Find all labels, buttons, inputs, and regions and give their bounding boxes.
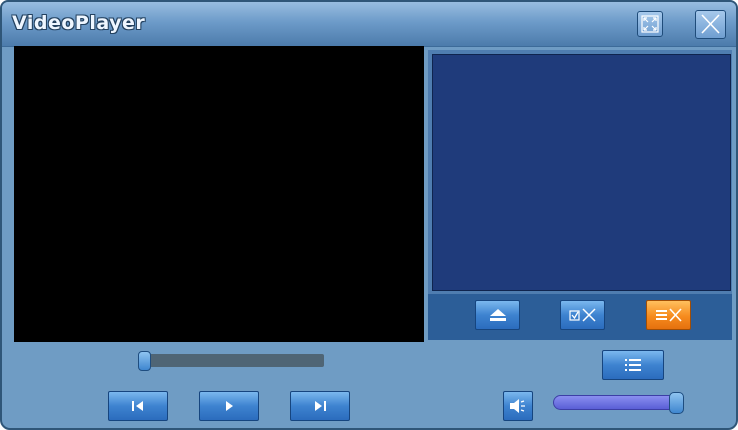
volume-slider-thumb[interactable] bbox=[669, 392, 684, 414]
eject-button[interactable] bbox=[475, 300, 520, 330]
clear-list-button[interactable] bbox=[646, 300, 691, 330]
previous-button[interactable] bbox=[108, 391, 168, 421]
playlist-panel[interactable] bbox=[432, 54, 731, 291]
next-button[interactable] bbox=[290, 391, 350, 421]
next-icon bbox=[315, 401, 326, 411]
eject-icon bbox=[489, 309, 506, 321]
play-icon bbox=[226, 401, 233, 411]
clear-list-icon bbox=[655, 308, 682, 322]
speaker-icon bbox=[510, 399, 525, 413]
seek-bar-track[interactable] bbox=[144, 354, 324, 367]
remove-checked-button[interactable] bbox=[560, 300, 605, 330]
close-button[interactable] bbox=[695, 10, 726, 39]
close-icon bbox=[701, 14, 720, 34]
playlist-toggle-button[interactable] bbox=[602, 350, 664, 380]
seek-bar-thumb[interactable] bbox=[138, 351, 151, 371]
volume-slider-track[interactable] bbox=[553, 395, 679, 410]
window-title: VideoPlayer bbox=[12, 12, 146, 34]
title-bar[interactable]: VideoPlayer bbox=[2, 2, 736, 47]
video-player-window: VideoPlayer bbox=[0, 0, 738, 430]
mute-button[interactable] bbox=[503, 391, 533, 421]
previous-icon bbox=[132, 401, 143, 411]
fullscreen-button[interactable] bbox=[637, 11, 663, 37]
play-button[interactable] bbox=[199, 391, 259, 421]
remove-checked-icon bbox=[568, 308, 596, 322]
playlist-icon bbox=[625, 359, 641, 371]
video-display[interactable] bbox=[14, 46, 424, 342]
fullscreen-icon bbox=[641, 15, 659, 33]
